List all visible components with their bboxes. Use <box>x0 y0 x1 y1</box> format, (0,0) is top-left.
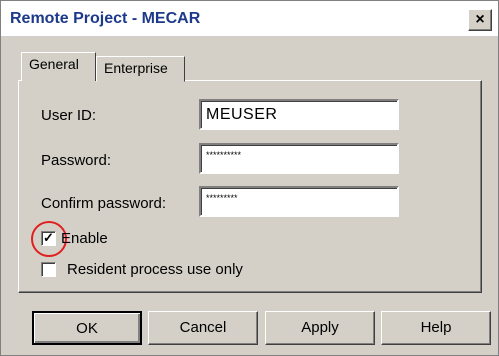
ok-button[interactable]: OK <box>32 311 142 345</box>
resident-process-checkbox[interactable] <box>41 262 56 277</box>
enable-checkbox[interactable]: ✓ <box>41 231 56 246</box>
apply-button[interactable]: Apply <box>265 311 375 345</box>
user-id-field[interactable]: MEUSER <box>199 99 399 130</box>
password-field[interactable]: ********** <box>199 143 399 174</box>
remote-project-dialog: Remote Project - MECAR × General Enterpr… <box>0 0 499 356</box>
user-id-label: User ID: <box>41 107 97 124</box>
tab-general[interactable]: General <box>21 52 96 81</box>
resident-process-label: Resident process use only <box>67 261 243 278</box>
confirm-password-label: Confirm password: <box>41 195 167 212</box>
close-icon: × <box>475 11 485 28</box>
help-button[interactable]: Help <box>381 311 491 345</box>
confirm-password-field[interactable]: ********* <box>199 186 399 217</box>
tab-general-label: General <box>29 56 79 72</box>
password-label: Password: <box>41 152 112 169</box>
cancel-button[interactable]: Cancel <box>148 311 258 345</box>
window-title: Remote Project - MECAR <box>10 10 201 27</box>
enable-label: Enable <box>61 230 108 247</box>
tab-enterprise-label: Enterprise <box>104 60 168 76</box>
check-icon: ✓ <box>43 230 54 245</box>
tab-enterprise[interactable]: Enterprise <box>96 56 185 82</box>
close-button[interactable]: × <box>468 9 492 31</box>
title-bar[interactable]: Remote Project - MECAR × <box>1 1 498 37</box>
